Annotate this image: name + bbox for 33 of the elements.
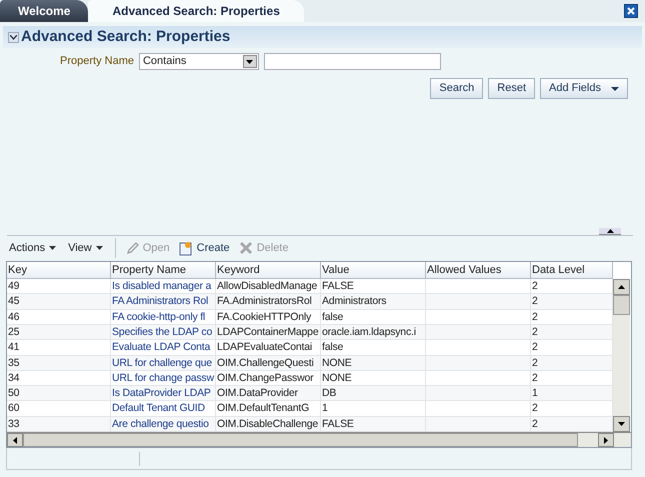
vertical-scrollbar[interactable] [613, 279, 630, 432]
search-input[interactable] [264, 53, 441, 70]
field-label: Property Name [60, 54, 134, 70]
up-arrow-icon [606, 229, 614, 234]
chevron-icon [10, 34, 17, 40]
operator-dropdown[interactable]: Contains [138, 53, 259, 70]
x-icon [238, 240, 254, 256]
close-icon [627, 7, 635, 15]
tab[interactable]: Advanced Search: Properties [88, 0, 304, 22]
scroll-thumb[interactable] [23, 433, 578, 447]
panel-title: Advanced Search: Properties [21, 26, 230, 47]
up-arrow-icon [618, 285, 625, 290]
action-button[interactable]: Add Fields [540, 78, 628, 99]
tab[interactable]: Welcome [0, 0, 88, 22]
caret-icon [49, 246, 56, 250]
menu-button[interactable]: Actions [7, 240, 58, 256]
close-button[interactable] [624, 4, 638, 18]
caret-icon [246, 60, 254, 64]
menu-button[interactable]: View [66, 240, 105, 256]
right-arrow-icon [604, 436, 608, 444]
scroll-thumb[interactable] [613, 295, 630, 316]
caret-icon [96, 246, 103, 250]
down-arrow-icon [618, 422, 625, 426]
action-button[interactable]: Search [430, 78, 484, 99]
action-button[interactable]: Reset [488, 78, 536, 99]
restore-button[interactable] [599, 228, 621, 236]
left-arrow-icon [13, 436, 17, 444]
collapse-toggle[interactable] [8, 32, 19, 42]
pencil-icon [126, 241, 140, 256]
toolbar-button[interactable]: Create [178, 240, 230, 256]
caret-icon [611, 86, 619, 90]
new-document-icon [178, 240, 194, 256]
horizontal-scrollbar[interactable] [7, 432, 631, 447]
